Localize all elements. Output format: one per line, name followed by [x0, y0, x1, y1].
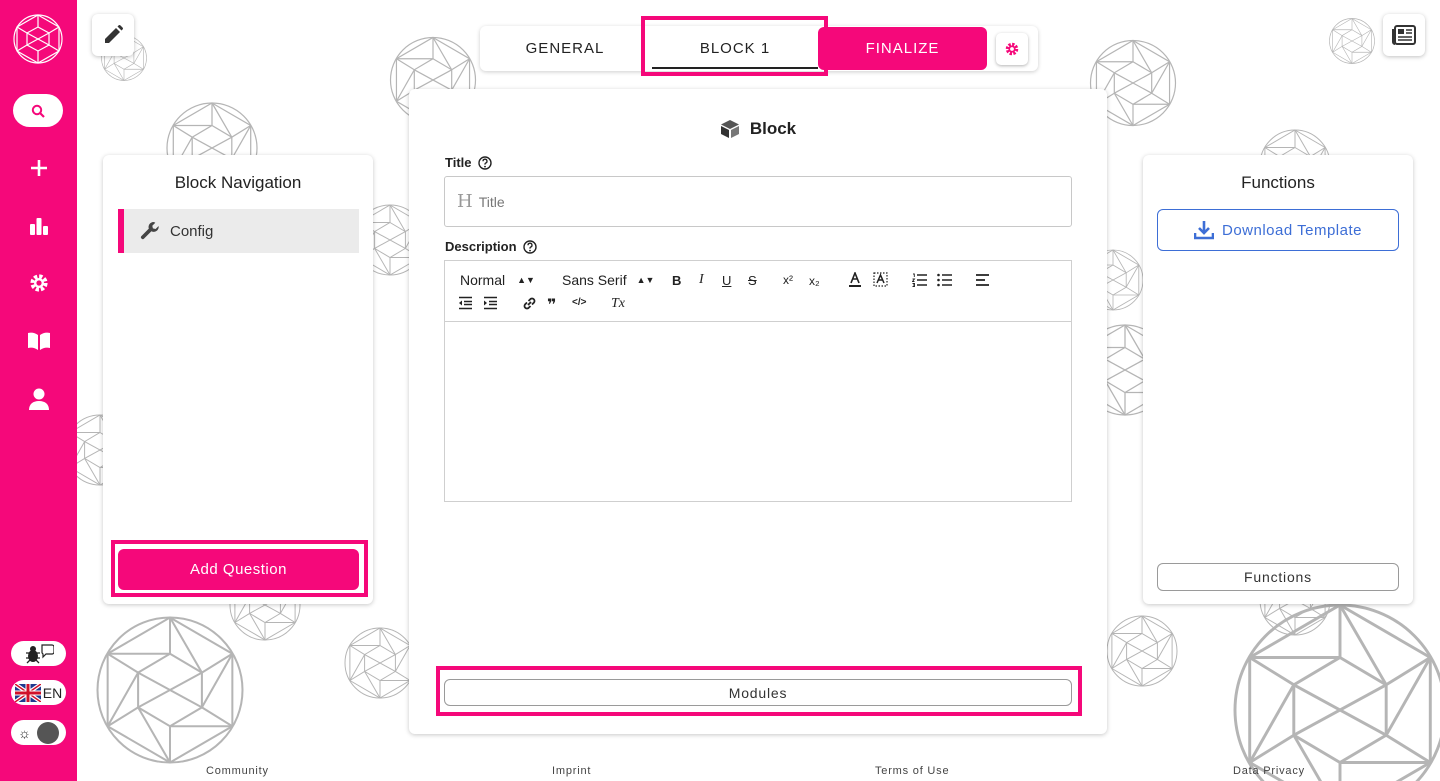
block-navigation-title: Block Navigation — [174, 173, 302, 192]
superscript-button[interactable]: x² — [783, 273, 793, 287]
toggle-knob — [36, 721, 59, 744]
align-left-icon — [976, 274, 989, 286]
help-icon[interactable] — [477, 155, 492, 170]
download-template-label: Download Template — [1222, 221, 1362, 239]
ordered-list-icon — [912, 273, 927, 287]
download-template-button[interactable]: Download Template — [1157, 209, 1399, 251]
editor-toolbar: Normal ▲▼ Sans Serif ▲▼ B I U S x² x₂ ❞ … — [445, 261, 1071, 322]
settings-button[interactable] — [25, 269, 53, 297]
book-icon — [28, 332, 50, 350]
title-input[interactable]: H Title — [444, 176, 1072, 227]
editor-content-area[interactable] — [445, 322, 1071, 502]
highlight-icon — [873, 272, 888, 287]
title-placeholder: Title — [478, 193, 505, 210]
docs-button[interactable] — [25, 327, 53, 355]
gear-icon — [1005, 42, 1019, 56]
edit-button[interactable] — [92, 14, 134, 56]
indent-icon — [484, 296, 497, 310]
block-heading-label: Block — [749, 119, 797, 138]
indent-button[interactable] — [483, 296, 498, 310]
tab-block-1[interactable]: BLOCK 1 — [652, 26, 818, 71]
newspaper-icon — [1392, 25, 1416, 45]
format-select[interactable]: Normal ▲▼ — [460, 272, 535, 288]
step-tabs: GENERAL BLOCK 1 FINALIZE — [480, 26, 1038, 71]
outdent-button[interactable] — [458, 296, 473, 310]
bug-icon — [25, 643, 54, 663]
description-editor: Normal ▲▼ Sans Serif ▲▼ B I U S x² x₂ ❞ … — [444, 260, 1072, 502]
download-icon — [1194, 221, 1214, 240]
bullet-list-button[interactable] — [937, 273, 952, 287]
footer-terms[interactable]: Terms of Use — [875, 765, 949, 777]
modules-button[interactable]: Modules — [444, 679, 1072, 706]
text-color-button[interactable] — [848, 272, 862, 288]
underline-button[interactable]: U — [722, 273, 731, 288]
language-switch[interactable]: EN — [11, 680, 66, 705]
plus-icon — [31, 160, 47, 176]
italic-button[interactable]: I — [699, 272, 704, 288]
active-tab-underline — [652, 67, 818, 69]
profile-button[interactable] — [25, 385, 53, 413]
clear-format-button[interactable]: Tx — [611, 296, 625, 312]
help-icon[interactable] — [522, 239, 537, 254]
statistics-button[interactable] — [25, 212, 53, 240]
format-select-value: Normal — [460, 272, 506, 288]
link-button[interactable] — [522, 296, 537, 311]
bug-report-button[interactable] — [11, 641, 66, 666]
select-arrows-icon: ▲▼ — [517, 275, 535, 285]
add-question-button[interactable]: Add Question — [118, 549, 359, 590]
functions-panel: Functions Download Template Functions — [1143, 155, 1413, 604]
font-select-value: Sans Serif — [562, 272, 627, 288]
logo-icon[interactable] — [12, 13, 64, 65]
bold-button[interactable]: B — [672, 273, 681, 288]
bullet-list-icon — [937, 273, 952, 287]
quote-button[interactable]: ❞ — [547, 295, 556, 315]
user-icon — [29, 388, 49, 410]
align-button[interactable] — [975, 273, 990, 287]
search-icon — [31, 104, 45, 118]
uk-flag-icon — [14, 683, 41, 702]
description-label: Description — [445, 239, 537, 254]
sidebar: EN ☼ — [0, 0, 77, 781]
block-editor-panel: Block Title H Title Description Normal ▲… — [409, 89, 1107, 734]
language-label: EN — [42, 684, 63, 701]
ordered-list-button[interactable] — [912, 273, 927, 287]
subscript-button[interactable]: x₂ — [809, 274, 820, 288]
font-select[interactable]: Sans Serif ▲▼ — [562, 272, 654, 288]
footer-community[interactable]: Community — [206, 765, 269, 777]
outdent-icon — [459, 296, 472, 310]
wrench-icon — [140, 221, 160, 241]
theme-toggle[interactable]: ☼ — [11, 720, 66, 745]
text-color-icon — [849, 272, 861, 287]
description-label-text: Description — [445, 239, 517, 254]
title-label-text: Title — [445, 155, 472, 170]
block-navigation-panel: Block Navigation Config Add Question — [103, 155, 373, 604]
nav-item-config-label: Config — [170, 222, 214, 240]
tab-general[interactable]: GENERAL — [480, 26, 650, 71]
gear-icon — [30, 274, 48, 292]
functions-button[interactable]: Functions — [1157, 563, 1399, 591]
cube-icon — [720, 120, 740, 138]
heading-icon: H — [457, 191, 473, 212]
functions-title: Functions — [1241, 173, 1315, 192]
nav-item-config[interactable]: Config — [118, 209, 359, 253]
news-button[interactable] — [1383, 14, 1425, 56]
block-heading: Block — [409, 119, 1107, 139]
add-button[interactable] — [25, 154, 53, 182]
footer-imprint[interactable]: Imprint — [552, 765, 591, 777]
bar-chart-icon — [30, 218, 48, 235]
link-icon — [523, 297, 536, 310]
tab-finalize[interactable]: FINALIZE — [818, 27, 987, 70]
strike-button[interactable]: S — [748, 273, 757, 288]
background-color-button[interactable] — [873, 272, 888, 288]
search-button[interactable] — [13, 94, 63, 127]
footer-privacy[interactable]: Data Privacy — [1233, 765, 1305, 777]
code-button[interactable]: </> — [572, 297, 586, 308]
title-label: Title — [445, 155, 492, 170]
sun-icon: ☼ — [18, 724, 31, 741]
tab-block-1-label: BLOCK 1 — [699, 40, 771, 57]
pencil-icon — [105, 25, 123, 43]
tab-settings-button[interactable] — [996, 33, 1028, 65]
select-arrows-icon: ▲▼ — [636, 275, 655, 285]
